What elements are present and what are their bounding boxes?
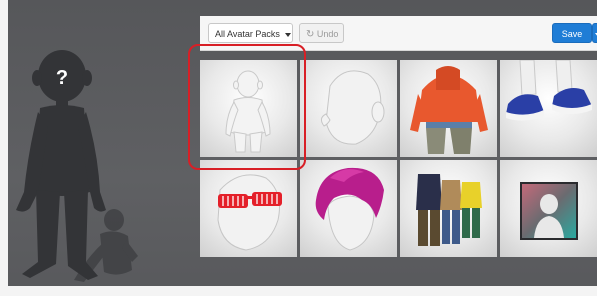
avatar-editor-stage: ? All Avatar Packs ↻ Undo Save (0, 0, 597, 296)
gallery-tile-shoes[interactable] (500, 60, 597, 157)
gallery-tile-glasses[interactable] (200, 160, 297, 257)
gallery-tile-head[interactable] (300, 60, 397, 157)
chevron-down-icon (285, 32, 292, 37)
shoes-thumbnail (506, 60, 592, 121)
save-button[interactable]: Save (552, 23, 592, 43)
left-page-edge (0, 0, 8, 296)
avatar-packs-label: All Avatar Packs (215, 29, 280, 39)
hoodie-thumbnail (410, 66, 488, 154)
glasses-thumbnail (217, 174, 282, 251)
save-options-dropdown[interactable] (592, 23, 597, 43)
selected-tile-highlight (188, 44, 306, 170)
head-thumbnail (320, 70, 385, 145)
undo-button[interactable]: ↻ Undo (299, 23, 344, 43)
undo-icon: ↻ (306, 29, 315, 40)
avatar-silhouette: ? (16, 50, 138, 282)
photo-thumbnail (520, 182, 578, 240)
gallery-tile-hair[interactable] (300, 160, 397, 257)
avatar-packs-dropdown[interactable]: All Avatar Packs (208, 23, 293, 43)
gallery-tile-photo[interactable] (500, 160, 597, 257)
save-label: Save (561, 29, 583, 39)
hair-thumbnail (315, 167, 384, 251)
bottom-page-edge (0, 286, 597, 296)
question-mark-icon: ? (56, 67, 68, 89)
gallery-tile-hoodie[interactable] (400, 60, 497, 157)
undo-label: Undo (316, 29, 339, 39)
outfits-thumbnail (416, 174, 482, 246)
gallery-tile-outfits[interactable] (400, 160, 497, 257)
